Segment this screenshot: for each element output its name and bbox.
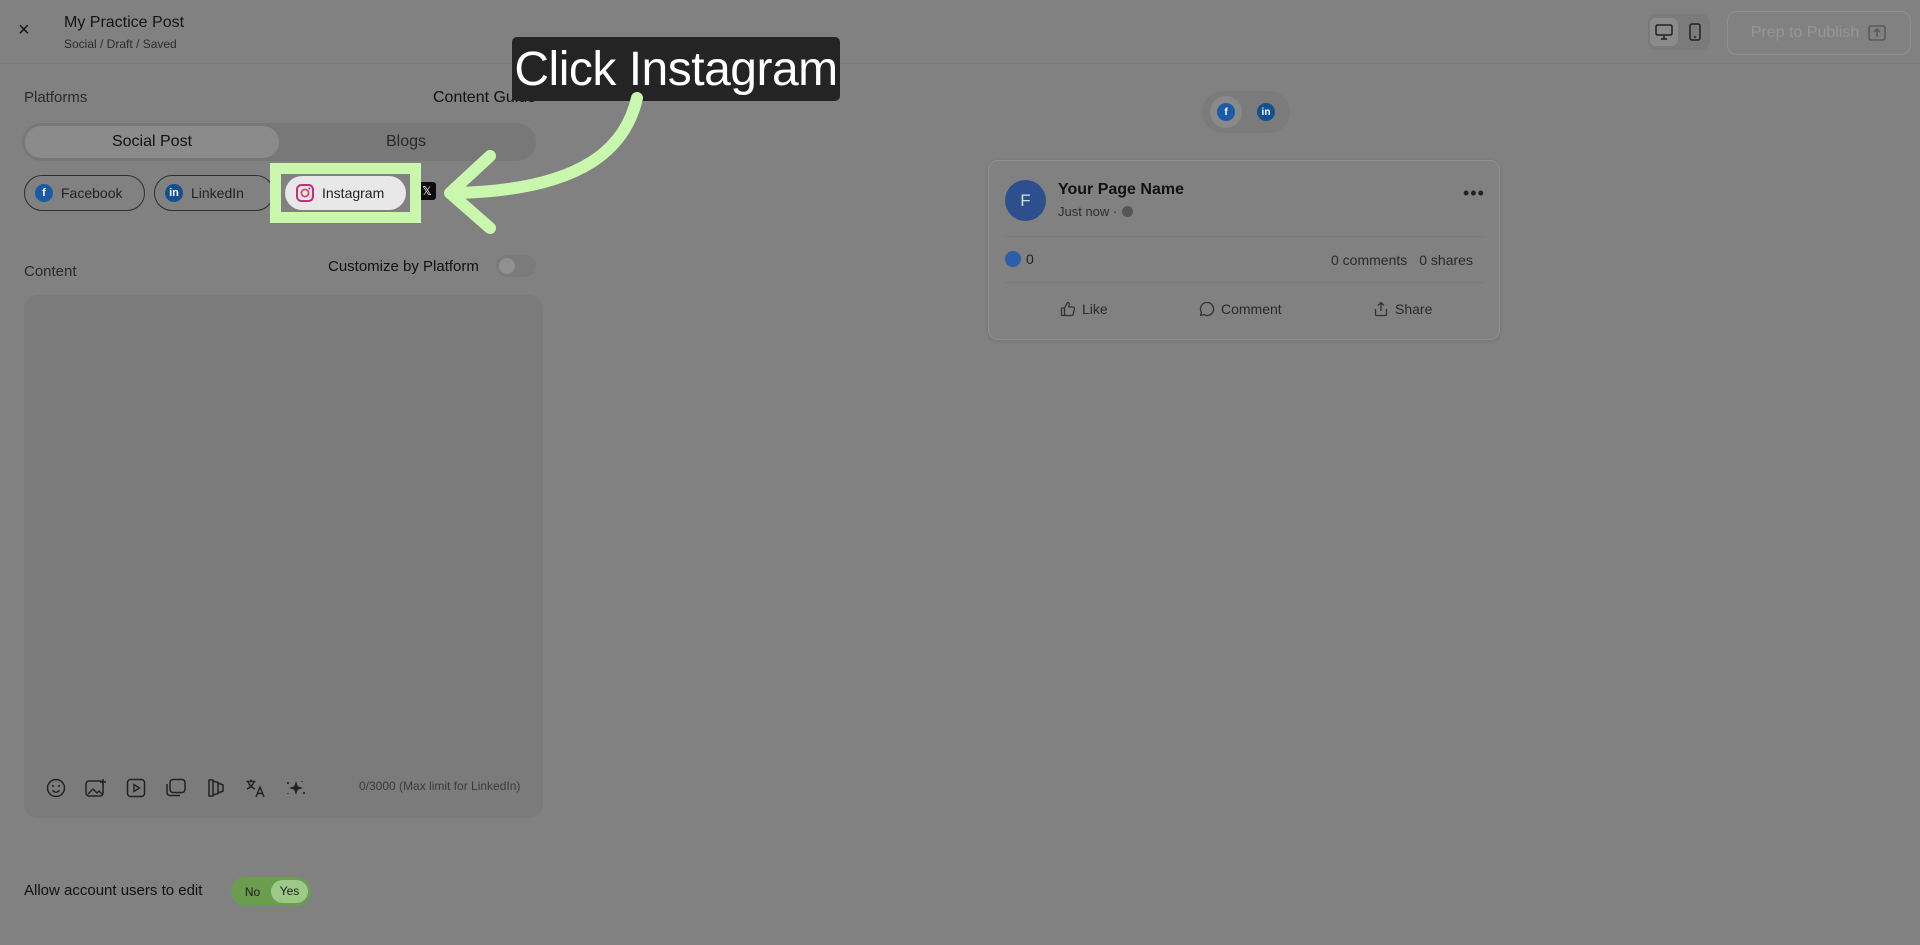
platform-chip-facebook[interactable]: f Facebook — [24, 175, 145, 211]
allow-edit-toggle[interactable]: No Yes — [231, 877, 311, 906]
post-title: My Practice Post — [64, 14, 185, 31]
linkedin-icon: in — [165, 184, 183, 202]
allow-edit-yes[interactable]: Yes — [271, 880, 308, 903]
media-library-icon[interactable] — [164, 776, 188, 800]
ai-sparkle-icon[interactable] — [284, 776, 308, 800]
mobile-view-button[interactable] — [1681, 18, 1709, 46]
content-editor[interactable] — [24, 295, 543, 818]
card-divider — [1005, 282, 1485, 283]
post-preview-card: F Your Page Name Just now · ••• 0 0 comm… — [988, 160, 1500, 340]
facebook-icon: f — [1217, 103, 1235, 121]
platform-chip-label: LinkedIn — [191, 185, 244, 201]
tab-social-post[interactable]: Social Post — [25, 126, 279, 158]
share-icon — [1374, 301, 1388, 317]
prep-to-publish-label: Prep to Publish — [1750, 24, 1860, 41]
add-image-icon[interactable] — [84, 776, 108, 800]
platform-chip-label: Facebook — [61, 185, 123, 201]
platform-chip-linkedin[interactable]: in LinkedIn — [154, 175, 274, 211]
linkedin-icon: in — [1257, 103, 1275, 121]
canva-icon[interactable] — [204, 776, 228, 800]
share-button[interactable]: Share — [1373, 301, 1432, 317]
desktop-view-button[interactable] — [1649, 18, 1678, 46]
card-divider — [1005, 236, 1485, 237]
publish-icon — [1868, 25, 1887, 41]
page-name: Your Page Name — [1058, 181, 1184, 198]
globe-icon — [1122, 206, 1134, 217]
video-icon[interactable] — [124, 776, 148, 800]
post-time: Just now · — [1058, 204, 1134, 219]
post-breadcrumb: Social / Draft / Saved — [64, 37, 177, 51]
emoji-icon[interactable] — [44, 776, 68, 800]
share-label: Share — [1395, 301, 1433, 317]
reaction-summary: 0 — [1005, 251, 1034, 267]
platforms-label: Platforms — [24, 89, 88, 106]
close-icon[interactable]: × — [18, 20, 38, 40]
preview-linkedin-button[interactable]: in — [1250, 96, 1282, 128]
x-icon: 𝕏 — [422, 184, 432, 198]
prep-to-publish-button[interactable]: Prep to Publish — [1727, 11, 1911, 55]
facebook-icon: f — [35, 184, 53, 202]
instagram-highlight-box — [270, 163, 421, 223]
preview-platform-switcher: f in — [1202, 91, 1290, 133]
editor-toolbar — [44, 776, 308, 800]
guide-tooltip-text: Click Instagram — [514, 42, 838, 96]
share-count: 0 shares — [1419, 252, 1473, 268]
more-options-icon[interactable]: ••• — [1463, 183, 1485, 204]
guide-arrow-icon — [444, 92, 643, 234]
engagement-stats: 0 comments 0 shares — [1331, 252, 1473, 268]
like-button[interactable]: Like — [1060, 301, 1108, 317]
reaction-count: 0 — [1026, 251, 1034, 267]
content-label: Content — [24, 263, 77, 280]
post-time-text: Just now · — [1058, 204, 1118, 219]
comment-button[interactable]: Comment — [1199, 301, 1282, 317]
thumbs-up-icon — [1060, 301, 1076, 317]
preview-facebook-button[interactable]: f — [1210, 96, 1242, 128]
like-reaction-icon — [1005, 251, 1021, 267]
comment-count: 0 comments — [1331, 252, 1408, 268]
customize-by-platform-label: Customize by Platform — [328, 258, 479, 275]
comment-icon — [1199, 301, 1215, 317]
character-count: 0/3000 (Max limit for LinkedIn) — [359, 779, 521, 793]
desktop-icon — [1654, 24, 1673, 40]
header-divider — [0, 63, 1920, 64]
allow-edit-no[interactable]: No — [234, 885, 271, 899]
allow-edit-label: Allow account users to edit — [24, 882, 203, 899]
translate-icon[interactable] — [244, 776, 268, 800]
customize-by-platform-toggle[interactable] — [496, 255, 536, 277]
comment-label: Comment — [1221, 301, 1282, 317]
avatar: F — [1005, 180, 1046, 221]
mobile-icon — [1688, 23, 1701, 41]
view-mode-toggle — [1648, 14, 1710, 50]
like-label: Like — [1082, 301, 1108, 317]
